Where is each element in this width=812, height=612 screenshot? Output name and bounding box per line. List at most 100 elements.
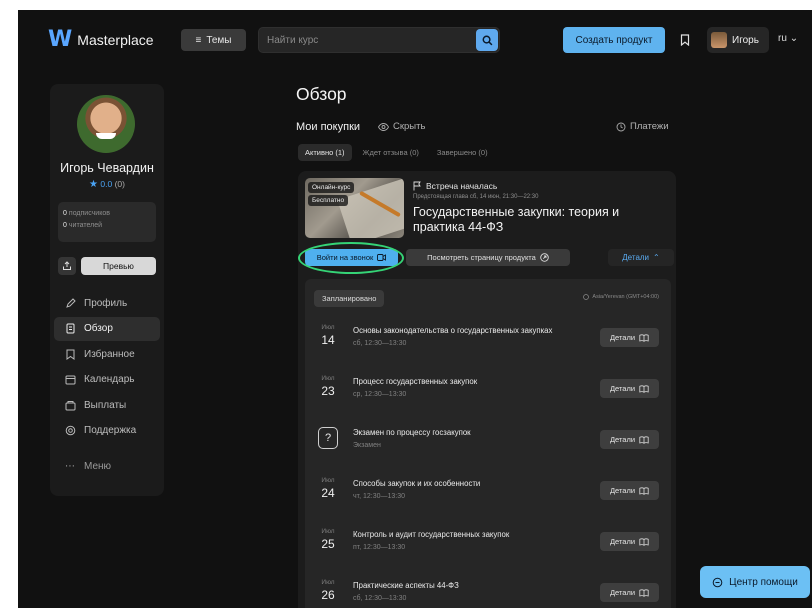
favorites-header-button[interactable] bbox=[680, 33, 690, 51]
lesson-month: Июл bbox=[321, 477, 335, 484]
video-call-icon bbox=[377, 254, 387, 261]
preview-button[interactable]: Превью bbox=[81, 257, 156, 275]
create-product-button[interactable]: Создать продукт bbox=[563, 27, 665, 53]
tab-completed[interactable]: Завершено (0) bbox=[430, 144, 495, 161]
calendar-icon bbox=[64, 374, 76, 386]
lesson-title: Экзамен по процессу госзакупок bbox=[353, 428, 471, 437]
subscribers-count: 0 bbox=[63, 210, 67, 217]
book-icon bbox=[639, 334, 649, 342]
page-title: Обзор bbox=[296, 84, 347, 104]
themes-button[interactable]: ≡ Темы bbox=[181, 29, 246, 51]
wallet-icon bbox=[64, 399, 76, 411]
lesson-details-button[interactable]: Детали bbox=[600, 481, 659, 500]
eye-icon bbox=[378, 122, 389, 131]
list-item: Июл 23 Процесс государственных закупок с… bbox=[305, 368, 671, 419]
readers-stat: 0 читателей bbox=[63, 220, 151, 232]
profile-sidebar: Игорь Чевардин ★ 0.0 (0) 0 подписчиков 0ч… bbox=[50, 84, 164, 496]
help-center-button[interactable]: Центр помощи bbox=[700, 566, 810, 598]
list-item: ? Экзамен по процессу госзакупок Экзамен… bbox=[305, 419, 671, 470]
details-label: Детали bbox=[609, 537, 636, 546]
meeting-status: Встреча началась bbox=[413, 181, 497, 191]
list-item: Июл 24 Способы закупок и их особенности … bbox=[305, 470, 671, 521]
chevron-down-icon: ⌄ bbox=[789, 33, 799, 44]
lesson-time: пт, 12:30—13:30 bbox=[353, 544, 406, 551]
lesson-time: чт, 12:30—13:30 bbox=[353, 493, 406, 500]
lesson-date: Июл 25 bbox=[319, 528, 337, 551]
user-name: Игорь bbox=[732, 34, 759, 46]
course-details-toggle[interactable]: Детали ⌃ bbox=[608, 249, 674, 266]
tab-active[interactable]: Активно (1) bbox=[298, 144, 352, 161]
sidebar-item-label: Обзор bbox=[84, 323, 113, 334]
profile-name: Игорь Чевардин bbox=[60, 161, 154, 175]
book-icon bbox=[639, 385, 649, 393]
lesson-month: Июл bbox=[321, 528, 335, 535]
sidebar-item-profile[interactable]: Профиль bbox=[54, 291, 160, 315]
star-icon: ★ bbox=[89, 179, 98, 190]
sidebar-item-label: Календарь bbox=[84, 374, 135, 385]
lesson-details-button[interactable]: Детали bbox=[600, 532, 659, 551]
readers-label: читателей bbox=[68, 222, 103, 229]
lesson-month: Июл bbox=[321, 375, 335, 382]
globe-icon bbox=[583, 294, 590, 300]
top-bar: W Masterplace ≡ Темы Создать продукт Иго… bbox=[18, 10, 812, 66]
sidebar-item-label: Поддержка bbox=[84, 425, 137, 436]
profile-rating: ★ 0.0 (0) bbox=[50, 179, 164, 190]
next-chapter-info: Предстоящая глава сб, 14 июн, 21:30—22:3… bbox=[413, 194, 539, 200]
lesson-day: 25 bbox=[321, 537, 335, 551]
hide-button[interactable]: Скрыть bbox=[378, 121, 425, 132]
lesson-details-button[interactable]: Детали bbox=[600, 430, 659, 449]
lesson-month: Июл bbox=[321, 579, 335, 586]
lesson-title: Процесс государственных закупок bbox=[353, 377, 478, 386]
more-icon: ⋯ bbox=[65, 461, 75, 472]
purchases-heading: Мои покупки bbox=[296, 121, 361, 133]
lesson-details-button[interactable]: Детали bbox=[600, 379, 659, 398]
sidebar-item-label: Выплаты bbox=[84, 399, 127, 411]
exam-question-icon: ? bbox=[318, 427, 338, 449]
logo[interactable]: W Masterplace bbox=[48, 27, 154, 52]
lesson-title: Способы закупок и их особенности bbox=[353, 479, 481, 488]
share-button[interactable] bbox=[58, 257, 76, 275]
language-selector[interactable]: ru ⌄ bbox=[778, 33, 798, 44]
search-button[interactable] bbox=[476, 29, 498, 51]
course-type-badge: Онлайн-курс bbox=[308, 182, 355, 193]
view-product-page-button[interactable]: Посмотреть страницу продукта bbox=[406, 249, 570, 266]
book-icon bbox=[639, 589, 649, 597]
tab-awaiting-review[interactable]: Ждет отзыва (0) bbox=[356, 144, 426, 161]
sidebar-item-support[interactable]: Поддержка bbox=[54, 419, 160, 443]
book-icon bbox=[639, 538, 649, 546]
sidebar-item-calendar[interactable]: Календарь bbox=[54, 368, 160, 392]
details-label: Детали bbox=[622, 253, 650, 262]
lesson-date: Июл 26 bbox=[319, 579, 337, 602]
payments-button[interactable]: Платежи bbox=[616, 121, 669, 132]
sidebar-item-payouts[interactable]: Выплаты bbox=[54, 393, 160, 417]
join-call-button[interactable]: Войти на звонок bbox=[305, 249, 398, 266]
sidebar-item-label: Профиль bbox=[84, 297, 128, 309]
themes-label: Темы bbox=[206, 34, 232, 46]
lesson-day: 26 bbox=[321, 588, 335, 602]
subscribers-stat: 0 подписчиков bbox=[63, 208, 151, 220]
schedule-panel: Запланировано Asia/Yerevan (GMT+04:00) И… bbox=[305, 279, 671, 608]
bookmark-icon bbox=[680, 34, 690, 47]
pencil-icon bbox=[64, 297, 76, 309]
course-title[interactable]: Государственные закупки: теория и практи… bbox=[413, 205, 673, 235]
user-menu-button[interactable]: Игорь bbox=[707, 27, 769, 53]
clock-icon bbox=[616, 122, 626, 131]
sidebar-item-favorites[interactable]: Избранное bbox=[54, 342, 160, 366]
lesson-title: Основы законодательства о государственны… bbox=[353, 326, 553, 335]
lesson-time: сб, 12:30—13:30 bbox=[353, 340, 407, 347]
bookmark-icon bbox=[64, 348, 76, 360]
app-window: W Masterplace ≡ Темы Создать продукт Иго… bbox=[18, 10, 812, 608]
list-item: Июл 26 Практические аспекты 44-ФЗ сб, 12… bbox=[305, 572, 671, 608]
planned-badge: Запланировано bbox=[314, 290, 385, 307]
search-input[interactable] bbox=[267, 28, 467, 52]
profile-stats: 0 подписчиков 0 читателей bbox=[58, 202, 156, 242]
course-thumbnail[interactable]: Онлайн-курс Бесплатно bbox=[305, 178, 404, 238]
lesson-details-button[interactable]: Детали bbox=[600, 583, 659, 602]
brand-name: Masterplace bbox=[77, 31, 154, 48]
lesson-details-button[interactable]: Детали bbox=[600, 328, 659, 347]
list-item: Июл 14 Основы законодательства о государ… bbox=[305, 317, 671, 368]
sidebar-item-overview[interactable]: Обзор bbox=[54, 316, 160, 341]
timezone-label: Asia/Yerevan (GMT+04:00) bbox=[583, 294, 659, 300]
sidebar-item-menu[interactable]: ⋯ Меню bbox=[54, 455, 160, 479]
overview-icon bbox=[64, 323, 76, 335]
